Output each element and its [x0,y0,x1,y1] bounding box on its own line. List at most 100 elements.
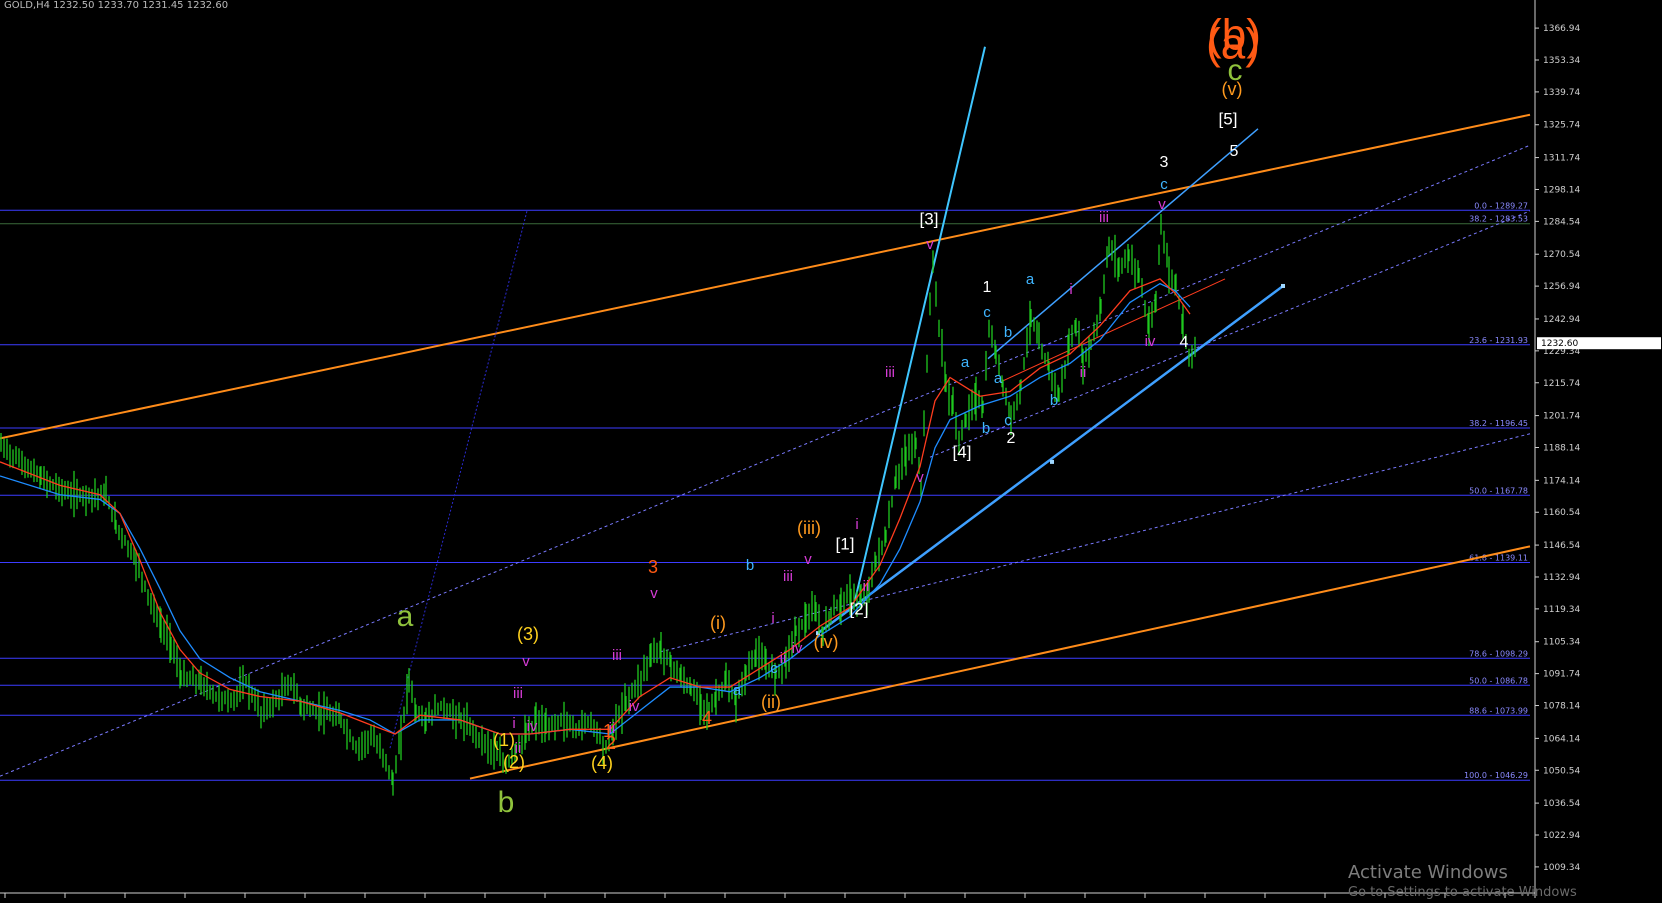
fib-level-label: 100.0 - 1046.29 [1464,771,1528,780]
wave-label: i [1069,281,1072,298]
wave-label: v [1158,196,1166,213]
wave-label: (ii) [761,692,781,712]
wave-label: (iv) [814,632,839,652]
wave-label: 4 [1180,334,1189,351]
wave-label: v [650,585,658,602]
fib-level-label: 88.6 - 1073.99 [1469,706,1528,715]
wave-label: (iii) [797,518,821,538]
wave-label: v [916,469,924,486]
dashed-channel-low [659,433,1531,653]
price-axis-label: 1270.54 [1543,250,1580,260]
activate-windows-watermark: Activate Windows [1348,862,1508,883]
fib-level-label: 23.6 - 1231.93 [1469,336,1528,345]
wave-label: 3 [648,557,658,577]
wave-label: a [961,354,970,371]
price-axis-label: 1215.74 [1543,379,1580,389]
price-axis-label: 1366.94 [1543,24,1580,34]
trendline-anchor [1281,283,1285,288]
price-axis-label: 1256.94 [1543,282,1580,292]
moving-average-red [0,278,1191,735]
wave-label: iii [783,568,793,585]
wave-label: [5] [1219,109,1238,128]
price-chart[interactable]: 0.0 - 1289.27 38.2 - 1283.53 23.6 - 1231.9… [0,0,1662,898]
steep-dotted-line [389,210,528,749]
price-axis-label: 1050.54 [1543,766,1580,776]
price-axis-label: 1022.94 [1543,831,1580,841]
wave-label: [1] [836,534,855,553]
wave-label: b [1050,392,1058,409]
wave-label: (3) [517,624,539,644]
wave-label: 4 [702,708,712,728]
dashed-channel-upper [929,210,1531,458]
price-axis-label: 1339.74 [1543,88,1580,98]
price-axis-label: 1325.74 [1543,121,1580,131]
price-axis-label: 1036.54 [1543,799,1580,809]
wave-label: iv [792,640,803,657]
price-axis-label: 1064.14 [1543,734,1580,744]
wave-label: 3 [1160,154,1169,171]
wave-label: [4] [953,442,972,461]
wave-label: ii [780,650,787,667]
price-axis-label: 1132.94 [1543,573,1580,583]
wave-label: iii [612,647,622,664]
wave-label: a [994,370,1003,387]
wave-label: iv [527,718,538,735]
price-axis-label: 1091.74 [1543,670,1580,680]
wave-label: c [983,304,991,321]
wave-label: b [982,420,990,437]
wave-label: i [855,516,858,533]
fib-level-label: 78.6 - 1098.29 [1469,649,1528,658]
wave-label: iv [629,698,640,715]
wave-label: b [1004,324,1012,341]
price-axis-label: 1009.34 [1543,863,1580,873]
wedge-upper-line [987,128,1259,360]
wave-label: (b) [1207,11,1261,60]
chart-canvas[interactable]: 0.0 - 1289.27 38.2 - 1283.53 23.6 - 1231.9… [0,0,1662,898]
wave-label: 2 [606,733,616,753]
wave-label: v [522,653,530,670]
price-axis-label: 1242.94 [1543,315,1580,325]
fib-level-label: 38.2 - 1196.45 [1469,419,1528,428]
price-axis-label: 1174.14 [1543,476,1580,486]
channel-lower-line [469,545,1531,780]
wave-label: (2) [503,752,525,772]
wave-label: ii [1080,364,1087,381]
chart-title-strip: GOLD,H4 1232.50 1233.70 1231.45 1232.60 [4,0,229,11]
channel-upper-line [0,113,1531,440]
wave-label: (1) [493,730,515,750]
price-axis-label: 1188.14 [1543,444,1580,454]
wave-label: iii [885,364,895,381]
wave-label: b [498,786,515,819]
wave-label: (4) [591,753,613,773]
dashed-channel-mid [0,144,1531,777]
wave-label: iv [1145,333,1156,350]
wave-label: a [397,600,414,633]
wave-label: iii [1099,209,1109,226]
wave-label: 1 [983,279,992,296]
fib-level-label: 50.0 - 1086.78 [1469,676,1528,685]
price-axis-label: 1105.34 [1543,638,1580,648]
wave-label: a [733,682,742,699]
fib-level-label: 38.2 - 1283.53 [1469,215,1528,224]
fib-level-label: 0.0 - 1289.27 [1474,201,1528,210]
price-axis-label: 1078.14 [1543,702,1580,712]
wave-label: c [1160,176,1168,193]
last-price-label: 1232.60 [1541,339,1578,349]
price-axis-label: 1201.74 [1543,412,1580,422]
wave-label: (v) [1222,79,1243,99]
cyan-impulse-line [854,46,986,601]
wave-label: a [1026,271,1035,288]
price-axis-label: 1119.34 [1543,605,1580,615]
wave-label: [2] [850,599,869,618]
wave-label: ii [863,578,870,595]
wave-label: b [746,557,754,574]
fib-level-label: 50.0 - 1167.78 [1469,486,1528,495]
wave-label: iii [513,685,523,702]
price-axis-label: 1353.34 [1543,56,1580,66]
wave-label: i [771,610,774,627]
wave-label: 2 [1007,430,1016,447]
wave-label: c [770,660,778,677]
wave-label: c [1004,412,1012,429]
wave-label: 5 [1230,143,1239,160]
trendline-anchor [1050,459,1054,464]
